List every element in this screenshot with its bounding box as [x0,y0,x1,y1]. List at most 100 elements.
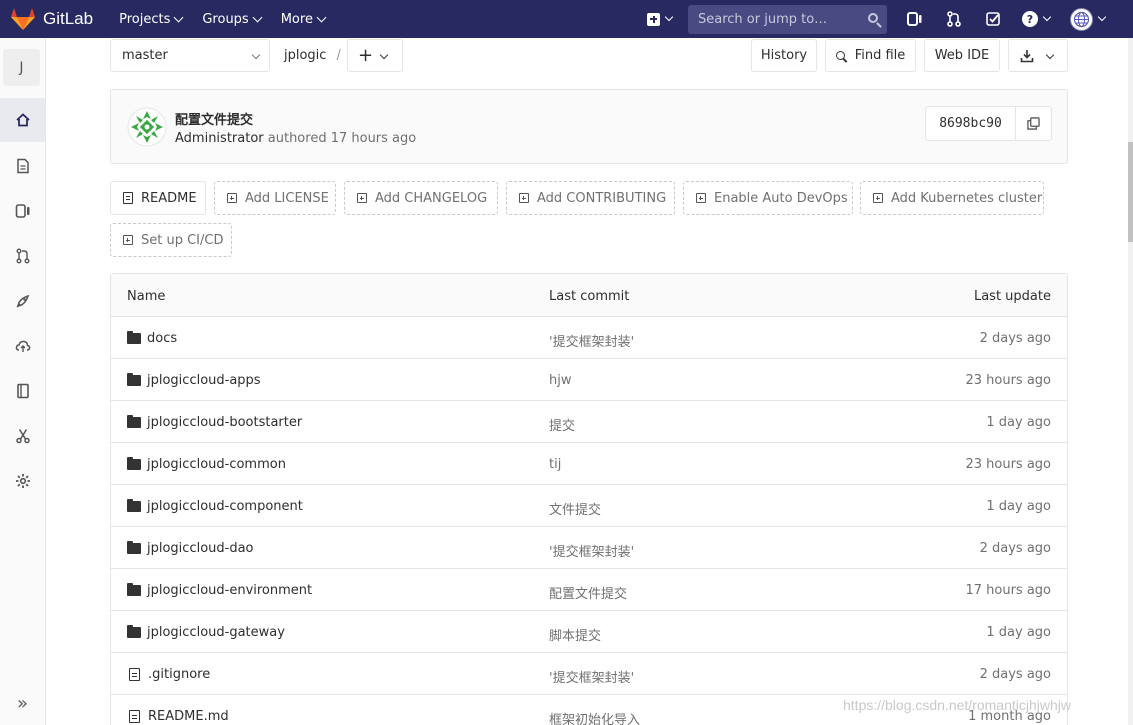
setup-ci-cd-button[interactable]: Set up CI/CD [110,223,232,257]
table-row[interactable]: jplogiccloud-bootstarter 提交 1 day ago [111,401,1067,443]
nav-groups[interactable]: Groups [202,12,263,27]
last-commit-message[interactable]: 脚本提交 [549,625,601,644]
chevron-down-icon [251,50,261,60]
table-row[interactable]: jplogiccloud-environment 配置文件提交 17 hours a… [111,569,1067,611]
add-file-dropdown[interactable]: + [347,39,403,72]
web-ide-button[interactable]: Web IDE [924,39,1000,72]
file-name[interactable]: jplogiccloud-component [127,499,303,514]
scrollbar-thumb[interactable] [1128,142,1133,242]
search-icon[interactable] [868,12,878,23]
table-row[interactable]: jplogiccloud-gateway 脚本提交 1 day ago [111,611,1067,653]
chevron-down-icon [664,12,674,22]
table-row[interactable]: jplogiccloud-component 文件提交 1 day ago [111,485,1067,527]
file-name[interactable]: jplogiccloud-environment [127,583,312,598]
copy-sha-button[interactable] [1016,107,1051,140]
plus-square-icon [123,235,133,245]
file-name[interactable]: jplogiccloud-dao [127,541,254,556]
add-kubernetes-button[interactable]: Add Kubernetes cluster [860,181,1044,215]
add-license-button[interactable]: Add LICENSE [214,181,336,215]
page-scrollbar[interactable] [1128,38,1133,725]
search-box [688,4,887,34]
todo-nav-icon[interactable] [983,9,1003,29]
breadcrumb-root[interactable]: jplogic [284,48,326,63]
file-name[interactable]: jplogiccloud-gateway [127,625,285,640]
chevron-down-icon [1097,12,1107,22]
commit-author[interactable]: Administrator [175,131,264,146]
sidebar-item-wiki[interactable] [0,369,45,413]
last-commit-message[interactable]: tij [549,457,561,472]
sidebar-item-repository[interactable] [0,144,45,188]
add-changelog-button[interactable]: Add CHANGELOG [344,181,498,215]
file-name[interactable]: .gitignore [127,667,210,682]
add-contributing-button[interactable]: Add CONTRIBUTING [506,181,675,215]
setup-ci-cd-label: Set up CI/CD [141,232,224,248]
search-icon [835,51,845,60]
file-name-label: jplogiccloud-environment [147,583,313,598]
merge-request-icon [16,248,29,264]
help-dropdown[interactable]: ? [1022,11,1052,27]
plus-square-icon [519,193,529,203]
issues-nav-icon[interactable] [905,9,925,29]
issues-icon [15,204,29,218]
sidebar-item-merge-requests[interactable] [0,234,45,278]
file-name[interactable]: jplogiccloud-bootstarter [127,415,302,430]
sidebar-item-snippets[interactable] [0,414,45,458]
download-dropdown[interactable] [1008,39,1068,72]
last-commit-message[interactable]: 提交 [549,415,575,434]
file-name-label: jplogiccloud-component [147,499,303,514]
file-name-label: jplogiccloud-common [147,457,286,472]
column-header-last-commit: Last commit [549,289,630,304]
copy-icon [1027,117,1040,130]
find-file-label: Find file [854,48,906,63]
add-kubernetes-label: Add Kubernetes cluster [891,190,1043,206]
gitlab-logo[interactable]: GitLab [10,0,93,38]
commit-sha[interactable]: 8698bc90 [926,107,1016,140]
nav-projects[interactable]: Projects [119,11,184,27]
last-commit-message[interactable]: '提交框架封装' [549,541,634,560]
plus-square-icon [227,193,237,203]
branch-select[interactable]: master [110,39,270,72]
last-commit-message[interactable]: hjw [549,373,571,388]
find-file-button[interactable]: Find file [825,39,916,72]
sidebar-item-project[interactable] [0,98,45,142]
nav-more[interactable]: More [281,12,327,27]
new-dropdown[interactable] [647,12,674,26]
add-changelog-label: Add CHANGELOG [375,190,488,206]
table-row[interactable]: .gitignore '提交框架封装' 2 days ago [111,653,1067,695]
folder-icon [127,457,141,470]
file-name[interactable]: jplogiccloud-apps [127,373,261,388]
sidebar-item-ci-cd[interactable] [0,279,45,323]
file-name[interactable]: docs [127,331,177,346]
table-row[interactable]: jplogiccloud-common tij 23 hours ago [111,443,1067,485]
last-commit-message[interactable]: '提交框架封装' [549,331,634,350]
last-commit-message[interactable]: 文件提交 [549,499,601,518]
plus-square-icon [873,193,883,203]
enable-auto-devops-button[interactable]: Enable Auto DevOps [683,181,853,215]
merge-request-nav-icon[interactable] [944,9,964,29]
history-button[interactable]: History [751,39,817,72]
last-commit-message[interactable]: 框架初始化导入 [549,709,640,725]
search-input[interactable] [698,11,858,27]
file-name[interactable]: jplogiccloud-common [127,457,286,472]
project-sidebar: J » [0,38,46,725]
download-icon [1020,49,1034,62]
project-avatar[interactable]: J [3,49,40,86]
file-name[interactable]: README.md [127,709,229,724]
sidebar-item-settings[interactable] [0,459,45,503]
author-avatar[interactable] [127,107,167,147]
last-commit-message[interactable]: '提交框架封装' [549,667,634,686]
file-name-label: docs [147,331,178,346]
last-commit-message[interactable]: 配置文件提交 [549,583,627,602]
sidebar-item-issues[interactable] [0,189,45,233]
branch-name: master [122,48,168,63]
collapse-sidebar-button[interactable]: » [0,685,45,721]
commit-title[interactable]: 配置文件提交 [175,109,253,128]
readme-button[interactable]: README [110,181,206,215]
user-avatar-dropdown[interactable] [1070,7,1107,31]
double-chevron-right-icon: » [16,692,28,714]
table-row[interactable]: docs '提交框架封装' 2 days ago [111,317,1067,359]
sidebar-item-operations[interactable] [0,324,45,368]
nav-projects-label: Projects [119,11,171,27]
table-row[interactable]: jplogiccloud-dao '提交框架封装' 2 days ago [111,527,1067,569]
table-row[interactable]: jplogiccloud-apps hjw 23 hours ago [111,359,1067,401]
